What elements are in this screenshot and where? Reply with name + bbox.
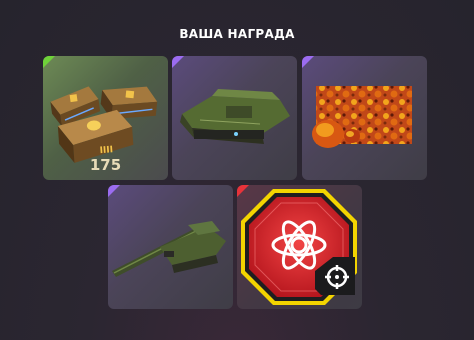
reward-card-turret[interactable] [108,185,233,309]
turret-image [112,221,226,277]
augment-image [241,189,357,305]
svg-text:IIII: IIII [99,145,113,156]
hull-image [180,89,290,144]
paint-image [312,86,412,148]
reward-card-hull[interactable] [172,56,297,180]
reward-card-containers[interactable]: IIII 175 [43,56,168,180]
reward-quantity: 175 [89,156,122,174]
reward-card-augment[interactable] [237,185,362,309]
reward-title: ВАША НАГРАДА [179,27,295,41]
reward-card-paint[interactable] [302,56,427,180]
